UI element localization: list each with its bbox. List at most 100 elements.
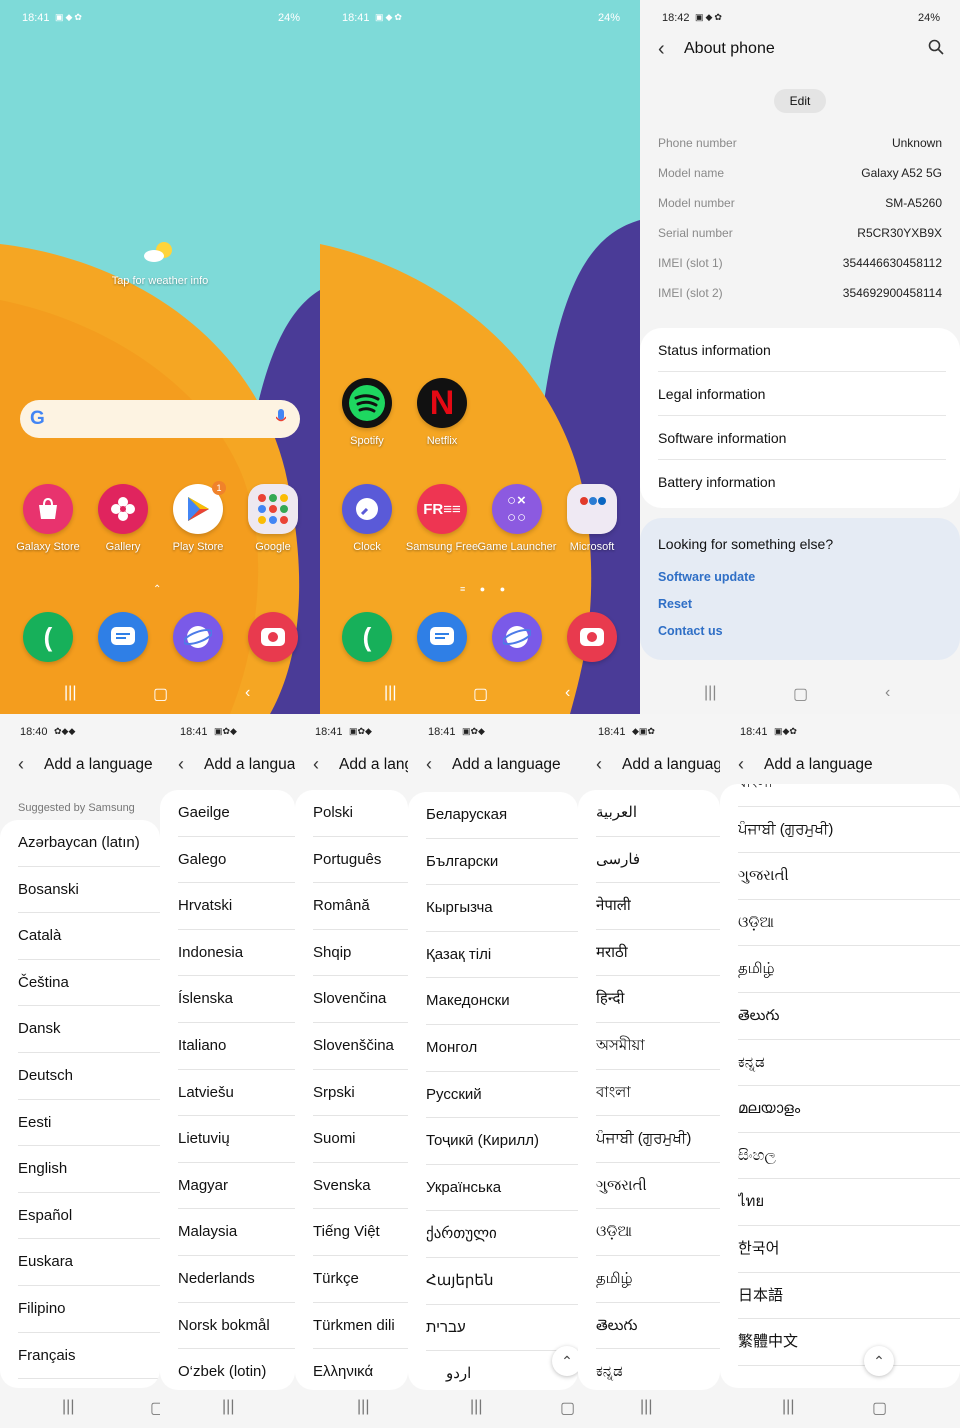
camera-icon[interactable] bbox=[567, 612, 617, 662]
language-item[interactable]: Norsk bokmål bbox=[178, 1303, 295, 1350]
language-item[interactable]: Ελληνικά bbox=[313, 1349, 408, 1390]
language-item[interactable]: ગુજરાતી bbox=[596, 1163, 720, 1210]
language-item[interactable]: Українська bbox=[426, 1165, 578, 1212]
recent-apps-icon[interactable]: ||| bbox=[640, 1398, 652, 1416]
language-item[interactable]: മലയാളം bbox=[738, 1086, 960, 1133]
phone-icon[interactable]: ( bbox=[23, 612, 73, 662]
contact-us-link[interactable]: Contact us bbox=[658, 624, 723, 638]
camera-icon[interactable] bbox=[248, 612, 298, 662]
language-item[interactable]: ไทย bbox=[738, 1179, 960, 1226]
language-item[interactable]: العربية bbox=[596, 790, 720, 837]
galaxy-store-icon[interactable] bbox=[23, 484, 73, 534]
internet-icon[interactable] bbox=[492, 612, 542, 662]
google-search-bar[interactable]: G bbox=[20, 400, 300, 438]
language-item[interactable]: فارسی bbox=[596, 837, 720, 884]
back-arrow-icon[interactable]: ‹ bbox=[18, 754, 24, 775]
language-item[interactable]: मराठी bbox=[596, 930, 720, 977]
game-launcher-icon[interactable]: ○× ○○ bbox=[492, 484, 542, 534]
language-item[interactable]: Lietuvių bbox=[178, 1116, 295, 1163]
language-item[interactable]: Հայերեն bbox=[426, 1258, 578, 1305]
home-icon[interactable]: ▢ bbox=[793, 684, 808, 704]
recent-apps-icon[interactable]: ||| bbox=[222, 1398, 234, 1416]
language-item[interactable]: বাংলা bbox=[596, 1070, 720, 1117]
language-item[interactable]: ગુજરાતી bbox=[738, 853, 960, 900]
recent-apps-icon[interactable]: ||| bbox=[384, 684, 396, 702]
language-item[interactable]: Türkmen dili bbox=[313, 1303, 408, 1350]
messages-icon[interactable] bbox=[98, 612, 148, 662]
language-item[interactable]: Euskara bbox=[18, 1239, 160, 1286]
messages-icon[interactable] bbox=[417, 612, 467, 662]
samsung-free-icon[interactable]: FR≡≡ bbox=[417, 484, 467, 534]
language-item[interactable]: Français bbox=[18, 1333, 160, 1380]
language-item[interactable]: ਪੰਜਾਬੀ (ਗੁਰਮੁਖੀ) bbox=[596, 1116, 720, 1163]
microsoft-folder-icon[interactable] bbox=[567, 484, 617, 534]
back-arrow-icon[interactable]: ‹ bbox=[178, 754, 184, 775]
software-information-item[interactable]: Software information bbox=[658, 416, 946, 460]
language-item[interactable]: ਪੰਜਾਬੀ (ਗੁਰਮੁਖੀ) bbox=[738, 807, 960, 854]
back-icon[interactable]: ‹ bbox=[565, 684, 570, 702]
back-icon[interactable]: ‹ bbox=[885, 684, 890, 702]
weather-hint[interactable]: Tap for weather info bbox=[80, 275, 240, 287]
battery-information-item[interactable]: Battery information bbox=[658, 460, 946, 504]
language-item[interactable]: Polski bbox=[313, 790, 408, 837]
language-item[interactable]: Türkçe bbox=[313, 1256, 408, 1303]
language-item[interactable]: ಕನ್ನಡ bbox=[738, 1040, 960, 1087]
back-arrow-icon[interactable]: ‹ bbox=[658, 38, 665, 61]
gallery-icon[interactable] bbox=[98, 484, 148, 534]
language-item[interactable]: Galego bbox=[178, 837, 295, 884]
phone-icon[interactable]: ( bbox=[342, 612, 392, 662]
mic-icon[interactable] bbox=[275, 409, 287, 427]
language-item[interactable]: Slovenčina bbox=[313, 976, 408, 1023]
home-icon[interactable]: ▢ bbox=[872, 1398, 887, 1418]
language-item[interactable]: অসমীয়া bbox=[596, 1023, 720, 1070]
back-icon[interactable]: ‹ bbox=[245, 684, 250, 702]
scroll-to-top-icon[interactable]: ⌃ bbox=[552, 1346, 578, 1376]
language-item[interactable]: नेपाली bbox=[596, 883, 720, 930]
recent-apps-icon[interactable]: ||| bbox=[782, 1398, 794, 1416]
language-item[interactable]: සිංහල bbox=[738, 1133, 960, 1180]
language-item[interactable]: Português bbox=[313, 837, 408, 884]
home-icon[interactable]: ▢ bbox=[560, 1398, 575, 1418]
netflix-icon[interactable]: N bbox=[417, 378, 467, 428]
language-item[interactable]: తెలుగు bbox=[738, 993, 960, 1040]
home-icon[interactable]: ▢ bbox=[153, 684, 168, 704]
language-item[interactable]: Azərbaycan (latın) bbox=[18, 820, 160, 867]
recent-apps-icon[interactable]: ||| bbox=[357, 1398, 369, 1416]
language-item[interactable]: ქართული bbox=[426, 1211, 578, 1258]
search-icon[interactable] bbox=[928, 39, 944, 55]
home-icon[interactable]: ▢ bbox=[150, 1398, 160, 1418]
language-item[interactable]: Македонски bbox=[426, 978, 578, 1025]
back-arrow-icon[interactable]: ‹ bbox=[738, 754, 744, 775]
language-item[interactable]: Indonesia bbox=[178, 930, 295, 977]
language-item[interactable]: Nederlands bbox=[178, 1256, 295, 1303]
language-item[interactable]: Shqip bbox=[313, 930, 408, 977]
back-arrow-icon[interactable]: ‹ bbox=[313, 754, 319, 775]
language-item[interactable]: Қазақ тілі bbox=[426, 932, 578, 979]
language-item[interactable]: Español bbox=[18, 1193, 160, 1240]
language-item[interactable]: עברית bbox=[426, 1305, 578, 1352]
language-item[interactable]: Malaysia bbox=[178, 1209, 295, 1256]
language-item[interactable]: Latviešu bbox=[178, 1070, 295, 1117]
language-item[interactable]: Тоҷикӣ (Кирилл) bbox=[426, 1118, 578, 1165]
weather-icon[interactable] bbox=[140, 236, 180, 266]
back-arrow-icon[interactable]: ‹ bbox=[426, 754, 432, 775]
language-item[interactable]: ଓଡ଼ିଆ bbox=[596, 1209, 720, 1256]
scroll-to-top-icon[interactable]: ⌃ bbox=[864, 1346, 894, 1376]
language-item[interactable]: తెలుగు bbox=[596, 1303, 720, 1350]
clock-icon[interactable] bbox=[342, 484, 392, 534]
recent-apps-icon[interactable]: ||| bbox=[62, 1398, 74, 1416]
language-item[interactable]: English bbox=[18, 1146, 160, 1193]
language-item[interactable]: Română bbox=[313, 883, 408, 930]
language-item[interactable]: Deutsch bbox=[18, 1053, 160, 1100]
language-item[interactable]: Íslenska bbox=[178, 976, 295, 1023]
language-item[interactable]: Filipino bbox=[18, 1286, 160, 1333]
language-item[interactable]: 한국어 bbox=[738, 1226, 960, 1273]
legal-information-item[interactable]: Legal information bbox=[658, 372, 946, 416]
language-item[interactable]: Slovenščina bbox=[313, 1023, 408, 1070]
internet-icon[interactable] bbox=[173, 612, 223, 662]
language-item[interactable]: Suomi bbox=[313, 1116, 408, 1163]
edit-button[interactable]: Edit bbox=[774, 89, 826, 113]
language-item[interactable]: 繁體中文 bbox=[738, 1319, 960, 1366]
language-item[interactable]: हिन्दी bbox=[596, 976, 720, 1023]
language-item[interactable]: Hrvatski bbox=[178, 883, 295, 930]
